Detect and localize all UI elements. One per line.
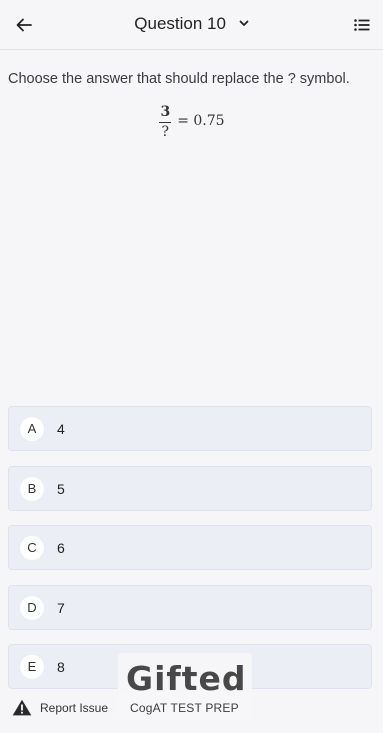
question-prompt: Choose the answer that should replace th… bbox=[8, 71, 350, 87]
answer-option-d[interactable]: D 7 bbox=[8, 585, 372, 630]
option-value: 7 bbox=[57, 599, 65, 616]
chevron-down-icon bbox=[239, 20, 249, 26]
list-icon bbox=[354, 19, 370, 31]
header-bar: Question 10 bbox=[0, 0, 383, 50]
fraction-denominator: ? bbox=[161, 123, 170, 140]
option-value: 4 bbox=[57, 420, 65, 437]
option-letter: C bbox=[20, 535, 44, 560]
question-equation: 3 ? = 0.75 bbox=[0, 99, 383, 143]
gifted-logo: Gifted bbox=[126, 659, 247, 698]
answer-option-a[interactable]: A 4 bbox=[8, 406, 372, 451]
option-value: 6 bbox=[57, 539, 65, 556]
equation-rhs: = 0.75 bbox=[177, 113, 225, 129]
report-issue-label: Report Issue bbox=[40, 700, 109, 715]
report-issue-button[interactable]: Report Issue bbox=[12, 699, 108, 716]
option-letter: A bbox=[20, 416, 44, 441]
fraction: 3 ? bbox=[158, 104, 172, 139]
option-value: 5 bbox=[57, 480, 65, 497]
watermark-tagline: CogAT TEST PREP bbox=[130, 701, 239, 715]
page-title: Question 10 bbox=[134, 14, 226, 33]
option-letter: D bbox=[20, 595, 44, 620]
answer-option-b[interactable]: B 5 bbox=[8, 466, 372, 511]
answer-option-c[interactable]: C 6 bbox=[8, 525, 372, 570]
option-letter: E bbox=[20, 654, 44, 679]
fraction-numerator: 3 bbox=[160, 103, 171, 120]
warning-icon bbox=[12, 699, 32, 716]
fraction-bar bbox=[159, 121, 172, 123]
question-list-button[interactable] bbox=[351, 14, 373, 36]
option-letter: B bbox=[20, 476, 44, 501]
option-value: 8 bbox=[57, 658, 65, 675]
question-selector[interactable]: Question 10 bbox=[0, 14, 383, 34]
gifted-watermark: Gifted CogAT TEST PREP bbox=[118, 653, 252, 719]
